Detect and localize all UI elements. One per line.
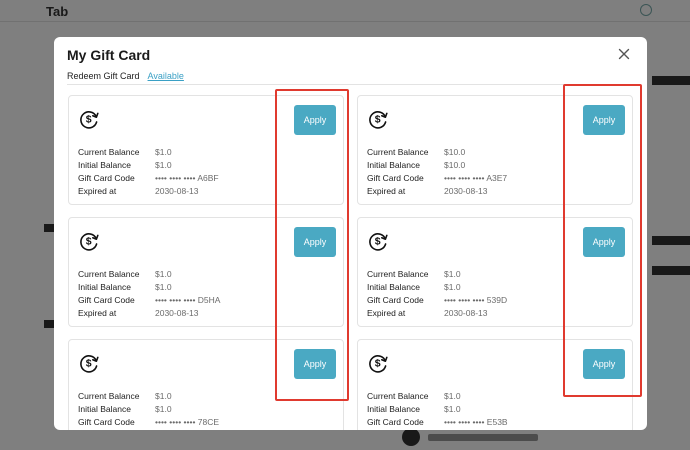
gift-card-code-label: Gift Card Code (78, 416, 135, 427)
dollar-refresh-icon: $ (80, 233, 99, 251)
current-balance-value: $1.0 (155, 268, 172, 279)
gift-card-code-value: •••• •••• •••• 78CE (155, 416, 220, 427)
dollar-refresh-icon: $ (369, 355, 388, 373)
gift-card-code-label: Gift Card Code (78, 172, 135, 183)
initial-balance-value: $1.0 (444, 403, 461, 414)
dollar-refresh-icon: $ (369, 233, 388, 251)
expired-at-value: 2030-08-13 (155, 185, 199, 196)
initial-balance-label: Initial Balance (367, 403, 420, 414)
initial-balance-value: $1.0 (155, 159, 172, 170)
current-balance-label: Current Balance (367, 268, 429, 279)
expired-at-label: Expired at (367, 185, 406, 196)
current-balance-value: $10.0 (444, 146, 466, 157)
expired-at-value: 2030-08-13 (444, 307, 488, 318)
gift-card-code-value: •••• •••• •••• E53B (444, 416, 508, 427)
gift-card-list[interactable]: $ Apply Current Balance $1.0 Initial Bala… (67, 94, 634, 430)
expired-at-label: Expired at (367, 307, 406, 318)
svg-text:$: $ (375, 114, 381, 126)
dollar-refresh-icon: $ (80, 111, 99, 129)
current-balance-value: $1.0 (444, 268, 461, 279)
initial-balance-label: Initial Balance (78, 281, 131, 292)
tab-available[interactable]: Available (148, 71, 184, 81)
current-balance-value: $1.0 (155, 390, 172, 401)
tabs-divider (67, 84, 634, 85)
expired-at-label: Expired at (78, 307, 117, 318)
gift-card-modal: My Gift Card Redeem Gift Card Available … (54, 37, 647, 430)
gift-card-code-value: •••• •••• •••• D5HA (155, 294, 221, 305)
initial-balance-value: $10.0 (444, 159, 466, 170)
current-balance-value: $1.0 (155, 146, 172, 157)
current-balance-label: Current Balance (78, 146, 140, 157)
gift-card-code-value: •••• •••• •••• 539D (444, 294, 508, 305)
current-balance-value: $1.0 (444, 390, 461, 401)
current-balance-label: Current Balance (78, 390, 140, 401)
initial-balance-value: $1.0 (155, 281, 172, 292)
initial-balance-value: $1.0 (155, 403, 172, 414)
expired-at-value: 2030-08-13 (444, 185, 488, 196)
expired-at-value: 2030-08-13 (155, 307, 199, 318)
initial-balance-label: Initial Balance (78, 403, 131, 414)
svg-text:$: $ (86, 114, 92, 126)
dollar-refresh-icon: $ (80, 355, 99, 373)
expired-at-label: Expired at (78, 185, 117, 196)
initial-balance-value: $1.0 (444, 281, 461, 292)
svg-text:$: $ (375, 236, 381, 248)
close-button[interactable] (615, 45, 633, 63)
modal-tabs: Redeem Gift Card Available (67, 71, 184, 81)
current-balance-label: Current Balance (78, 268, 140, 279)
initial-balance-label: Initial Balance (367, 159, 420, 170)
highlight-box-right (563, 84, 642, 397)
gift-card-code-value: •••• •••• •••• A3E7 (444, 172, 508, 183)
current-balance-label: Current Balance (367, 390, 429, 401)
close-icon (618, 48, 630, 60)
highlight-box-left (275, 89, 349, 401)
initial-balance-label: Initial Balance (78, 159, 131, 170)
gift-card-code-label: Gift Card Code (367, 294, 424, 305)
gift-card-code-label: Gift Card Code (367, 172, 424, 183)
gift-card-code-label: Gift Card Code (78, 294, 135, 305)
svg-text:$: $ (86, 358, 92, 370)
tab-redeem-gift-card[interactable]: Redeem Gift Card (67, 71, 140, 81)
gift-card-code-value: •••• •••• •••• A6BF (155, 172, 219, 183)
current-balance-label: Current Balance (367, 146, 429, 157)
svg-text:$: $ (86, 236, 92, 248)
svg-text:$: $ (375, 358, 381, 370)
gift-card-code-label: Gift Card Code (367, 416, 424, 427)
modal-title: My Gift Card (67, 47, 151, 63)
dollar-refresh-icon: $ (369, 111, 388, 129)
initial-balance-label: Initial Balance (367, 281, 420, 292)
